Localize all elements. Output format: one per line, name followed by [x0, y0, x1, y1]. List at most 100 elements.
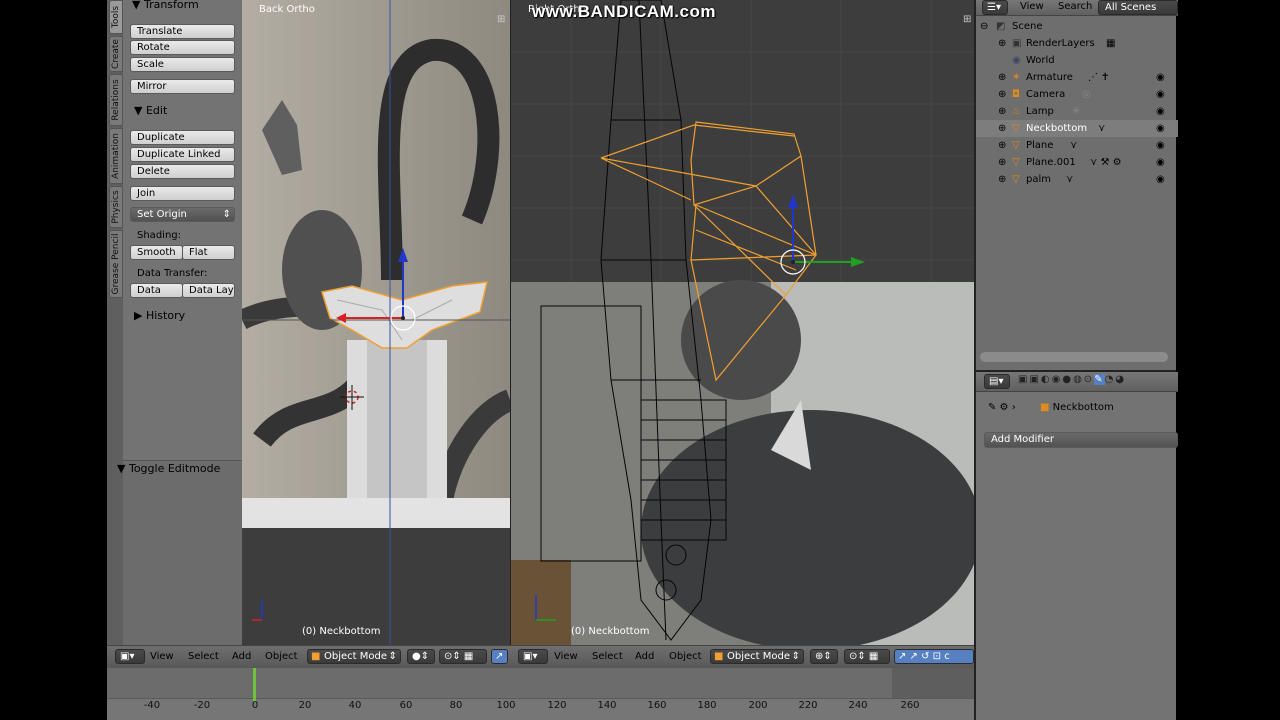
- tab-physics[interactable]: Physics: [109, 186, 123, 228]
- transform-header[interactable]: ▼ Transform: [132, 0, 199, 11]
- pivot-dropdown[interactable]: ⊙⇕ ▦: [844, 649, 890, 664]
- add-modifier-dropdown[interactable]: Add Modifier: [984, 432, 1178, 448]
- mirror-button[interactable]: Mirror: [130, 79, 235, 94]
- pin-icon[interactable]: ✎ ⚙ ›: [988, 402, 1016, 413]
- current-frame-marker[interactable]: [253, 668, 256, 702]
- mesh-data-icon: ⋎: [1070, 140, 1078, 151]
- tab-grease-pencil[interactable]: Grease Pencil: [109, 230, 123, 298]
- visibility-eye-icon[interactable]: ◉: [1156, 171, 1165, 188]
- timeline[interactable]: [107, 668, 974, 720]
- outliner-item-camera[interactable]: ⊕ ◘ Camera ◎ ◉: [978, 86, 1178, 103]
- property-context-tabs[interactable]: ▣▣◐◉●◍⊙✎◔◕: [1018, 374, 1178, 389]
- outliner-scrollbar[interactable]: [980, 352, 1168, 362]
- expand-icon[interactable]: ⊕: [998, 120, 1006, 137]
- editor-type-dropdown[interactable]: ▣▾: [115, 649, 145, 664]
- outliner-item-armature[interactable]: ⊕ ✶ Armature ⋰ ✝ ◉: [978, 69, 1178, 86]
- renderlayers-icon: ▣: [1012, 38, 1022, 49]
- viewport-right-ortho[interactable]: Right Ortho (0) Neckbottom ⊞: [510, 0, 974, 645]
- menu-object[interactable]: Object: [265, 651, 298, 662]
- visibility-eye-icon[interactable]: ◉: [1156, 103, 1165, 120]
- expand-icon[interactable]: ⊕: [998, 171, 1006, 188]
- cube-icon: ■: [1040, 402, 1050, 413]
- scale-button[interactable]: Scale: [130, 57, 235, 72]
- rotate-button[interactable]: Rotate: [130, 40, 235, 55]
- letterbox-right: [1176, 0, 1280, 720]
- outliner-item-scene[interactable]: ⊖ ◩ Scene: [978, 18, 1178, 35]
- tick-label: 120: [547, 700, 567, 711]
- tick-label: 200: [748, 700, 768, 711]
- menu-add[interactable]: Add: [232, 651, 251, 662]
- cube-icon: ■: [311, 651, 321, 662]
- outliner-item-plane-001[interactable]: ⊕ ▽ Plane.001 ⋎ ⚒ ⚙ ◉: [978, 154, 1178, 171]
- outliner-header: ☰▾ View Search All Scenes: [976, 0, 1178, 16]
- expand-icon[interactable]: ⊕: [998, 154, 1006, 171]
- expand-icon[interactable]: ⊕: [998, 137, 1006, 154]
- menu-view[interactable]: View: [150, 651, 174, 662]
- menu-search[interactable]: Search: [1058, 1, 1092, 12]
- edit-header[interactable]: ▼ Edit: [134, 104, 167, 117]
- menu-object[interactable]: Object: [669, 651, 702, 662]
- tick-label: 160: [647, 700, 667, 711]
- mesh-icon: ▽: [1012, 123, 1020, 134]
- mode-dropdown[interactable]: ■ Object Mode ⇕: [710, 649, 804, 664]
- menu-view[interactable]: View: [1020, 1, 1044, 12]
- outliner-item-lamp[interactable]: ⊕ ♨ Lamp ✳ ◉: [978, 103, 1178, 120]
- history-header[interactable]: ▶ History: [134, 309, 185, 322]
- tab-relations[interactable]: Relations: [109, 74, 123, 126]
- tick-label: 60: [399, 700, 413, 711]
- menu-add[interactable]: Add: [635, 651, 654, 662]
- shading-dropdown[interactable]: ⊕⇕: [810, 649, 838, 664]
- data-button[interactable]: Data: [130, 283, 183, 298]
- toggle-editmode-header[interactable]: ▼ Toggle Editmode: [117, 462, 220, 475]
- expand-icon[interactable]: ⊕: [998, 69, 1006, 86]
- translate-button[interactable]: Translate: [130, 24, 235, 39]
- properties-panel: ▤▾ ▣▣◐◉●◍⊙✎◔◕ ✎ ⚙ › ■ Neckbottom Add Mod…: [974, 370, 1178, 720]
- smooth-button[interactable]: Smooth: [130, 245, 183, 260]
- shading-dropdown[interactable]: ●⇕: [407, 649, 435, 664]
- flat-button[interactable]: Flat: [182, 245, 235, 260]
- data-layout-button[interactable]: Data Layo: [182, 283, 235, 298]
- letterbox-left: [0, 0, 107, 720]
- visibility-eye-icon[interactable]: ◉: [1156, 86, 1165, 103]
- viewport-back-ortho[interactable]: Back Ortho (0) Neckbottom ⊞: [242, 0, 510, 645]
- editor-type-dropdown[interactable]: ▣▾: [518, 649, 548, 664]
- bandicam-watermark: www.BANDICAM.com: [532, 2, 716, 21]
- display-mode-dropdown[interactable]: All Scenes: [1098, 0, 1178, 15]
- tick-label: -40: [143, 700, 161, 711]
- expand-icon[interactable]: ⊕: [998, 103, 1006, 120]
- visibility-eye-icon[interactable]: ◉: [1156, 120, 1165, 137]
- duplicate-button[interactable]: Duplicate: [130, 130, 235, 145]
- outliner-item-renderlayers[interactable]: ⊕ ▣ RenderLayers ▦: [978, 35, 1178, 52]
- editor-type-dropdown[interactable]: ☰▾: [982, 0, 1008, 15]
- outliner-item-palm[interactable]: ⊕ ▽ palm ⋎ ◉: [978, 171, 1178, 188]
- area-split-icon[interactable]: ⊞: [963, 14, 971, 25]
- mode-dropdown[interactable]: ■ Object Mode ⇕: [307, 649, 401, 664]
- delete-button[interactable]: Delete: [130, 164, 235, 179]
- menu-select[interactable]: Select: [188, 651, 219, 662]
- properties-header: ▤▾ ▣▣◐◉●◍⊙✎◔◕: [976, 372, 1178, 392]
- join-button[interactable]: Join: [130, 186, 235, 201]
- tab-animation[interactable]: Animation: [109, 128, 123, 184]
- area-split-icon[interactable]: ⊞: [497, 14, 505, 25]
- collapse-icon[interactable]: ⊖: [980, 18, 988, 35]
- manipulator-toggle[interactable]: ↗: [491, 649, 508, 664]
- duplicate-linked-button[interactable]: Duplicate Linked: [130, 147, 235, 162]
- visibility-eye-icon[interactable]: ◉: [1156, 137, 1165, 154]
- set-origin-dropdown[interactable]: Set Origin ⇕: [130, 207, 235, 222]
- outliner-item-neckbottom[interactable]: ⊕ ▽ Neckbottom ⋎ ◉: [978, 120, 1178, 137]
- mesh-data-icon: ⋎: [1066, 174, 1074, 185]
- visibility-eye-icon[interactable]: ◉: [1156, 69, 1165, 86]
- tab-create[interactable]: Create: [109, 36, 123, 72]
- outliner-item-world[interactable]: ◉ World: [978, 52, 1178, 69]
- menu-select[interactable]: Select: [592, 651, 623, 662]
- visibility-eye-icon[interactable]: ◉: [1156, 154, 1165, 171]
- lamp-data-icon: ✳: [1072, 106, 1081, 117]
- editor-type-dropdown[interactable]: ▤▾: [984, 374, 1010, 389]
- expand-icon[interactable]: ⊕: [998, 86, 1006, 103]
- outliner-item-plane[interactable]: ⊕ ▽ Plane ⋎ ◉: [978, 137, 1178, 154]
- tab-tools[interactable]: Tools: [109, 0, 123, 34]
- transform-manipulators[interactable]: ↗ ↗ ↺ ⊡ c: [894, 649, 974, 664]
- menu-view[interactable]: View: [554, 651, 578, 662]
- pivot-dropdown[interactable]: ⊙⇕ ▦: [439, 649, 487, 664]
- expand-icon[interactable]: ⊕: [998, 35, 1006, 52]
